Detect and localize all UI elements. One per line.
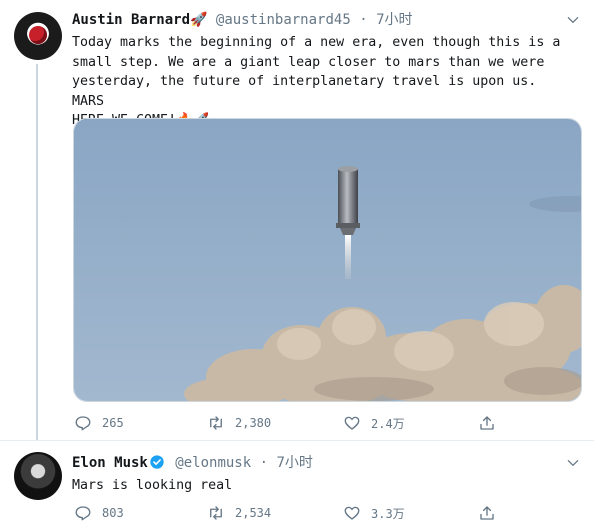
tweet-text: Today marks the beginning of a new era, … [72,35,561,128]
verified-badge-icon [150,455,164,469]
tweet-actions: 803 2,534 3.3万 [72,503,512,523]
tweet-text: Mars is looking real [72,478,233,493]
separator-dot: · [359,12,368,28]
caret-down-icon[interactable] [566,13,580,27]
reply-count: 265 [102,416,124,430]
tweet-header: Elon Musk @elonmusk · 7小时 [72,454,313,472]
reply-count: 803 [102,506,124,520]
share-button[interactable] [478,413,506,433]
retweet-count: 2,380 [235,416,272,430]
thread-connector-line [36,64,38,440]
tweet-header: Austin Barnard🚀 @austinbarnard45 · 7小时 [72,11,413,29]
separator-dot: · [259,455,269,471]
starship-launch-photo [74,119,581,401]
avatar[interactable] [14,452,62,500]
share-icon [480,416,494,430]
author-name[interactable]: Austin Barnard [72,12,190,28]
avatar[interactable] [14,12,62,60]
share-icon [480,506,494,520]
tweet-timestamp[interactable]: 7小时 [276,455,312,471]
tweet-actions: 265 2,380 2.4万 [72,413,512,433]
like-icon [344,416,360,430]
reply-icon [75,416,91,431]
retweet-button[interactable]: 2,380 [207,413,271,433]
reply-button[interactable]: 803 [74,503,124,523]
tweet-austin-barnard[interactable]: Austin Barnard🚀 @austinbarnard45 · 7小时 T… [0,0,594,440]
like-count: 2.4万 [371,416,405,431]
reply-icon [75,506,91,521]
like-button[interactable]: 3.3万 [343,503,405,523]
author-handle[interactable]: @elonmusk [175,455,251,471]
author-name[interactable]: Elon Musk [72,455,148,471]
tweet-timestamp[interactable]: 7小时 [376,12,412,28]
caret-down-icon[interactable] [566,456,580,470]
author-handle[interactable]: @austinbarnard45 [216,12,351,28]
reply-button[interactable]: 265 [74,413,124,433]
retweet-count: 2,534 [235,506,272,520]
like-count: 3.3万 [371,506,405,521]
like-icon [344,506,360,520]
share-button[interactable] [478,503,506,523]
rocket-emoji: 🚀 [190,12,208,28]
tweet-media-image[interactable] [73,118,582,402]
retweet-button[interactable]: 2,534 [207,503,271,523]
retweet-icon [210,506,222,520]
like-button[interactable]: 2.4万 [343,413,405,433]
retweet-icon [210,416,222,430]
